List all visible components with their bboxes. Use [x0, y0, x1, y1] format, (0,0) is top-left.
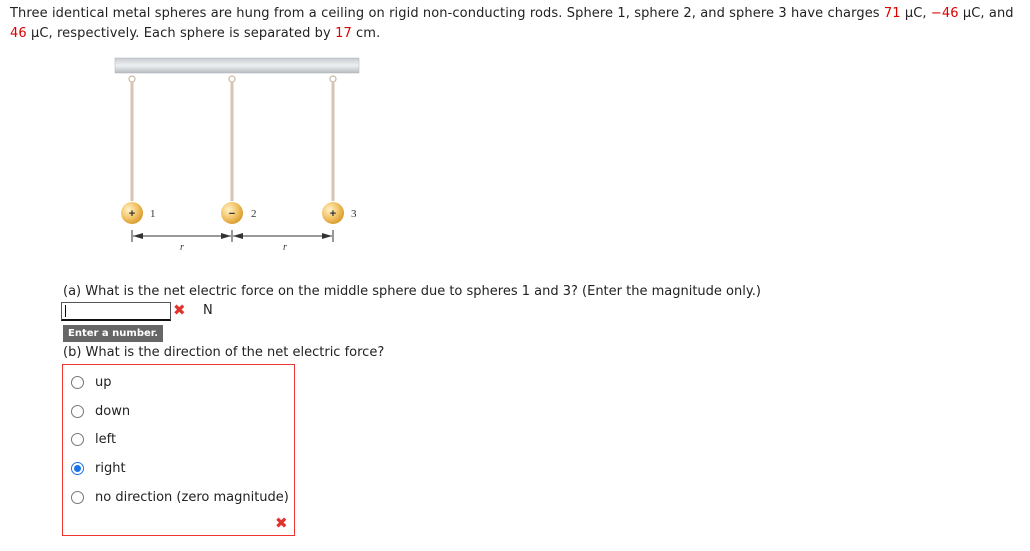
option-right-label: right [95, 460, 126, 476]
option-left[interactable]: left [71, 430, 116, 448]
direction-options: up down left right no direction (zero ma… [62, 364, 295, 536]
sphere-1-label: 1 [150, 208, 156, 220]
option-left-label: left [95, 431, 117, 447]
rod-3 [329, 75, 337, 201]
option-down-label: down [95, 403, 131, 419]
question-a: (a) What is the net electric force on th… [63, 284, 761, 299]
sphere-1-sign: + [129, 208, 135, 220]
option-down[interactable]: down [71, 402, 130, 420]
radio-up[interactable] [71, 375, 84, 389]
rod-1 [128, 75, 136, 201]
ceiling [114, 57, 360, 74]
rod-2 [228, 75, 236, 201]
text-caret [65, 305, 66, 317]
force-magnitude-input[interactable] [61, 302, 171, 321]
question-b: (b) What is the direction of the net ele… [63, 345, 385, 360]
sphere-3-label: 3 [351, 208, 357, 220]
radio-down[interactable] [71, 404, 84, 418]
option-right[interactable]: right [71, 459, 126, 477]
option-zero[interactable]: no direction (zero magnitude) [71, 488, 289, 506]
x-mark-icon: ✖ [173, 301, 186, 319]
radio-right[interactable] [71, 461, 84, 475]
distance-label-2: r [283, 242, 287, 253]
sphere-3: + 3 [322, 202, 357, 224]
sphere-3-sign: + [330, 208, 336, 220]
radio-left[interactable] [71, 432, 84, 446]
option-up-label: up [95, 374, 112, 390]
option-up[interactable]: up [71, 373, 112, 391]
sphere-2-sign: − [229, 208, 235, 220]
sphere-2: − 2 [221, 202, 257, 224]
distance-arrows [131, 230, 334, 242]
option-zero-label: no direction (zero magnitude) [95, 489, 289, 505]
distance-label-1: r [180, 242, 184, 253]
sphere-1: + 1 [121, 202, 156, 224]
radio-zero[interactable] [71, 490, 84, 504]
x-mark-icon: ✖ [275, 514, 288, 532]
force-unit: N [203, 303, 213, 318]
input-hint-tooltip: Enter a number. [63, 325, 164, 342]
sphere-2-label: 2 [251, 208, 257, 220]
